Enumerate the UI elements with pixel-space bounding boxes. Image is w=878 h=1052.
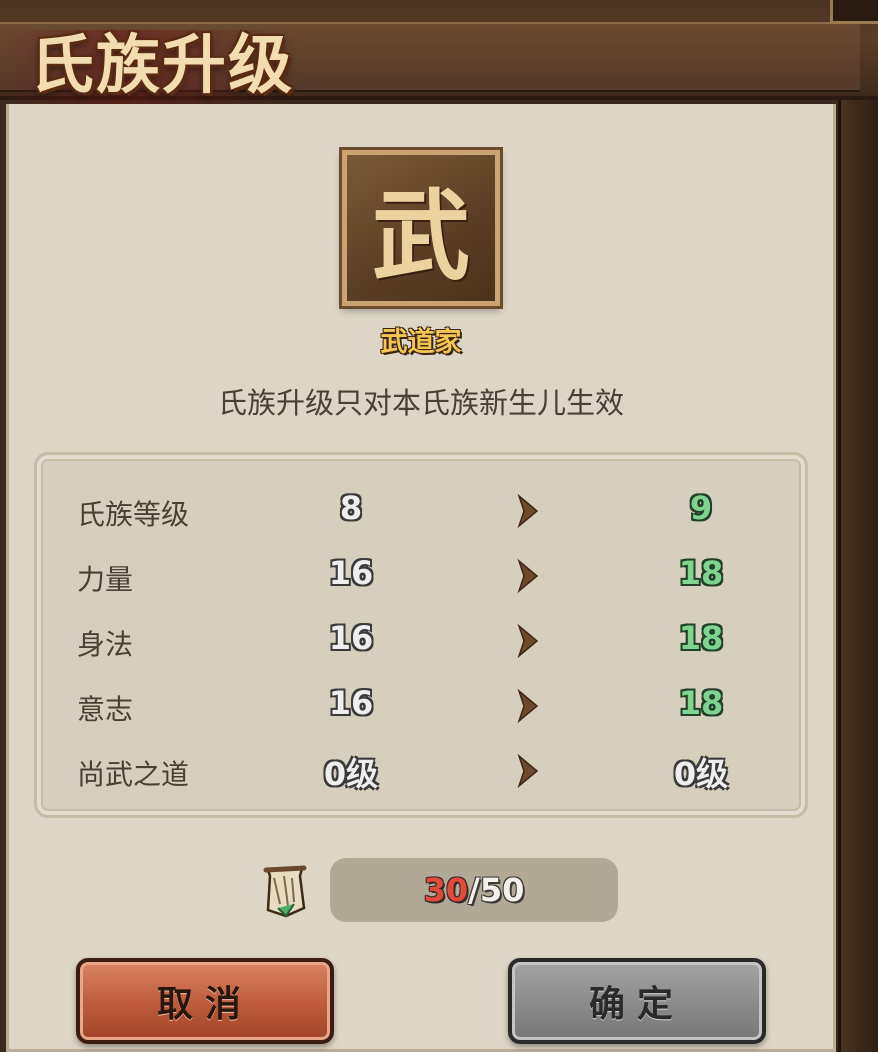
confirm-button[interactable]: 确定 — [508, 958, 766, 1044]
stat-row-martial-way: 尚武之道 0级 0级 — [37, 739, 811, 803]
stat-next-value: 18 — [678, 619, 724, 657]
material-separator: / — [468, 871, 480, 909]
material-owned: 30 — [423, 871, 469, 909]
stat-next-value: 9 — [689, 489, 713, 527]
stat-label: 力量 — [77, 563, 134, 596]
stat-current-value: 16 — [328, 619, 374, 657]
upgrade-notice: 氏族升级只对本氏族新生儿生效 — [217, 386, 624, 420]
clan-emblem-char: 武 — [371, 179, 470, 294]
clan-emblem-icon: 武 — [342, 150, 500, 306]
arrow-right-icon — [517, 688, 539, 724]
stat-current-value: 0级 — [323, 755, 379, 793]
stat-current-value: 16 — [328, 554, 374, 592]
arrow-right-icon — [517, 753, 539, 789]
arrow-right-icon — [517, 623, 539, 659]
corner-ornament — [830, 0, 878, 24]
stat-next-value: 18 — [678, 554, 724, 592]
stat-label: 氏族等级 — [77, 498, 190, 531]
stat-row-clan-level: 氏族等级 8 9 — [37, 479, 811, 543]
stat-label: 尚武之道 — [77, 758, 190, 791]
material-progress: 30 / 50 — [330, 858, 618, 922]
scroll-item-icon[interactable] — [258, 864, 312, 920]
stat-next-value: 0级 — [673, 755, 729, 793]
stat-row-agility: 身法 16 18 — [37, 609, 811, 673]
stat-label: 身法 — [77, 628, 134, 661]
material-required: 50 — [479, 871, 525, 909]
stat-current-value: 8 — [339, 489, 363, 527]
stats-table: 氏族等级 8 9 力量 16 18 身法 16 18 意志 16 18 尚武之道… — [34, 452, 808, 818]
dialog-title: 氏族升级 — [30, 28, 294, 103]
stat-label: 意志 — [77, 693, 134, 726]
clan-name: 武道家 — [380, 327, 462, 358]
arrow-right-icon — [517, 493, 539, 529]
arrow-right-icon — [517, 558, 539, 594]
stat-row-will: 意志 16 18 — [37, 674, 811, 738]
stat-next-value: 18 — [678, 684, 724, 722]
frame-right-edge — [838, 100, 878, 1052]
stat-row-strength: 力量 16 18 — [37, 544, 811, 608]
title-bar: 氏族升级 — [0, 0, 878, 104]
stat-current-value: 16 — [328, 684, 374, 722]
cancel-button[interactable]: 取消 — [76, 958, 334, 1044]
